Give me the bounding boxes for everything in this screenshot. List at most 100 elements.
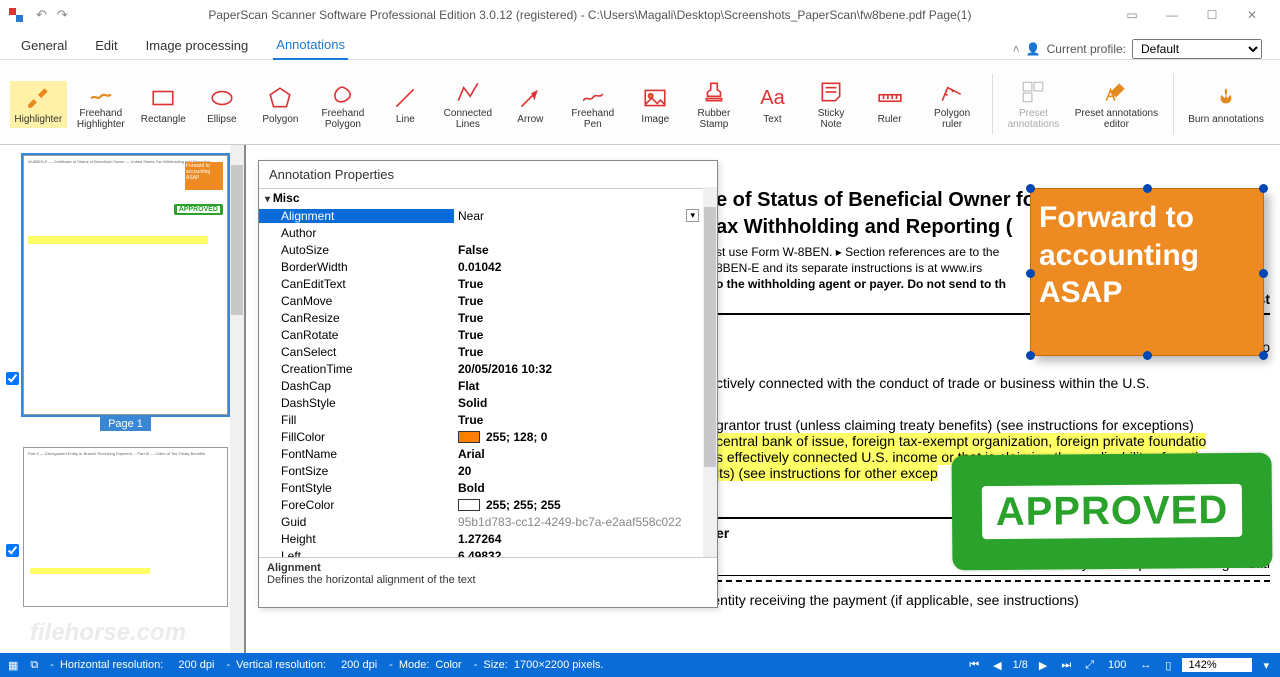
- ellipse-button[interactable]: Ellipse: [194, 81, 251, 128]
- prop-row-fontsize[interactable]: FontSize20: [259, 462, 717, 479]
- prop-row-fill[interactable]: FillTrue: [259, 411, 717, 428]
- prop-row-canrotate[interactable]: CanRotateTrue: [259, 326, 717, 343]
- nav-first[interactable]: ⏮: [966, 659, 982, 672]
- ribbon-toggle-icon[interactable]: ▭: [1112, 3, 1152, 27]
- zoom-width-icon[interactable]: ↔: [1137, 659, 1154, 671]
- polygon-icon: [266, 84, 294, 112]
- thumbnail-2-image[interactable]: Part II — Disregarded Entity or Branch R…: [23, 447, 228, 607]
- prop-row-creationtime[interactable]: CreationTime20/05/2016 10:32: [259, 360, 717, 377]
- prop-row-guid[interactable]: Guid95b1d783-cc12-4249-bc7a-e2aaf558c022: [259, 513, 717, 530]
- sticky-note-button[interactable]: Sticky Note: [803, 75, 860, 133]
- status-icon-2[interactable]: ⧉: [30, 659, 38, 672]
- sticky-note-annotation[interactable]: Forward to accounting ASAP: [1030, 188, 1264, 356]
- polygon-button[interactable]: Polygon: [252, 81, 309, 128]
- image-button[interactable]: Image: [627, 81, 684, 128]
- prop-row-autosize[interactable]: AutoSizeFalse: [259, 241, 717, 258]
- thumbnail-2-checkbox[interactable]: [6, 544, 19, 557]
- rectangle-button[interactable]: Rectangle: [135, 81, 192, 128]
- prop-row-canmove[interactable]: CanMoveTrue: [259, 292, 717, 309]
- prop-row-left[interactable]: Left6.49832: [259, 547, 717, 557]
- doc-line1: ctively connected with the conduct of tr…: [716, 375, 1270, 391]
- prop-group-misc[interactable]: Misc: [259, 189, 717, 207]
- line-icon: [391, 84, 419, 112]
- statusbar: ▦ ⧉ - Horizontal resolution: 200 dpi - V…: [0, 653, 1280, 677]
- prop-row-alignment[interactable]: AlignmentNear ▾: [259, 207, 717, 224]
- minimize-button[interactable]: —: [1152, 3, 1192, 27]
- polygon-ruler-button[interactable]: Polygon ruler: [920, 75, 984, 133]
- rectangle-icon: [149, 84, 177, 112]
- zoom-dropdown[interactable]: ▾: [1260, 659, 1272, 672]
- tab-image-processing[interactable]: Image processing: [143, 32, 252, 59]
- polygon-ruler-icon: [938, 78, 966, 106]
- nav-next[interactable]: ▶: [1036, 659, 1050, 672]
- thumbnail-1-checkbox[interactable]: [6, 372, 19, 385]
- ribbon: Highlighter Freehand Highlighter Rectang…: [0, 60, 1280, 145]
- properties-grid[interactable]: Misc AlignmentNear ▾AuthorAutoSizeFalseB…: [259, 189, 717, 557]
- preset-icon: [1019, 78, 1047, 106]
- thumbnail-1-caption: Page 1: [100, 417, 151, 431]
- thumbnail-2[interactable]: Part II — Disregarded Entity or Branch R…: [0, 437, 244, 609]
- highlighter-button[interactable]: Highlighter: [10, 81, 67, 128]
- arrow-icon: [516, 84, 544, 112]
- maximize-button[interactable]: ☐: [1192, 3, 1232, 27]
- close-button[interactable]: ✕: [1232, 3, 1272, 27]
- status-icon-1[interactable]: ▦: [8, 659, 18, 672]
- prop-row-dashstyle[interactable]: DashStyleSolid: [259, 394, 717, 411]
- prop-row-canedittext[interactable]: CanEditTextTrue: [259, 275, 717, 292]
- prop-row-fontstyle[interactable]: FontStyleBold: [259, 479, 717, 496]
- approved-stamp[interactable]: APPROVED: [952, 453, 1273, 571]
- prop-row-dashcap[interactable]: DashCapFlat: [259, 377, 717, 394]
- properties-title: Annotation Properties: [259, 161, 717, 189]
- ruler-button[interactable]: Ruler: [861, 81, 918, 128]
- image-icon: [641, 84, 669, 112]
- freehand-highlighter-button[interactable]: Freehand Highlighter: [69, 75, 133, 133]
- rubber-stamp-button[interactable]: Rubber Stamp: [686, 75, 743, 133]
- prop-row-forecolor[interactable]: ForeColor255; 255; 255: [259, 496, 717, 513]
- thumbnail-1-image[interactable]: Forward to accounting ASAP APPROVED W-8B…: [23, 155, 228, 415]
- zoom-page-icon[interactable]: ▯: [1162, 659, 1174, 672]
- thumbnail-1[interactable]: Forward to accounting ASAP APPROVED W-8B…: [0, 145, 244, 437]
- prop-row-borderwidth[interactable]: BorderWidth0.01042: [259, 258, 717, 275]
- freehand-pen-button[interactable]: Freehand Pen: [561, 75, 625, 133]
- tab-edit[interactable]: Edit: [92, 32, 120, 59]
- nav-last[interactable]: ⏭: [1058, 659, 1074, 672]
- freehand-polygon-icon: [329, 78, 357, 106]
- prop-row-height[interactable]: Height1.27264: [259, 530, 717, 547]
- profile-select[interactable]: Default: [1132, 39, 1262, 59]
- text-icon: Aa: [758, 84, 786, 112]
- thumb-scrollbar[interactable]: [230, 145, 244, 653]
- titlebar: ↶ ↷ PaperScan Scanner Software Professio…: [0, 0, 1280, 30]
- text-button[interactable]: AaText: [744, 81, 801, 128]
- ruler-icon: [876, 84, 904, 112]
- freehand-highlighter-icon: [87, 78, 115, 106]
- tab-annotations[interactable]: Annotations: [273, 31, 348, 60]
- profile-user-icon: 👤: [1026, 42, 1041, 56]
- doc-sub2: 8BEN-E and its separate instructions is …: [716, 261, 982, 275]
- arrow-button[interactable]: Arrow: [502, 81, 559, 128]
- page-indicator: 1/8: [1013, 659, 1028, 671]
- prop-row-canresize[interactable]: CanResizeTrue: [259, 309, 717, 326]
- prop-row-canselect[interactable]: CanSelectTrue: [259, 343, 717, 360]
- prop-row-fontname[interactable]: FontNameArial: [259, 445, 717, 462]
- properties-scrollbar[interactable]: [703, 187, 717, 557]
- annotation-properties-panel[interactable]: Annotation Properties Misc AlignmentNear…: [258, 160, 718, 608]
- zoom-100-icon[interactable]: 100: [1105, 659, 1129, 671]
- preset-editor-button[interactable]: Preset annotations editor: [1068, 75, 1166, 133]
- connected-lines-button[interactable]: Connected Lines: [436, 75, 500, 133]
- burn-button[interactable]: Burn annotations: [1182, 81, 1270, 128]
- thumbnail-panel: Forward to accounting ASAP APPROVED W-8B…: [0, 145, 246, 653]
- nav-prev[interactable]: ◀: [990, 659, 1004, 672]
- window-title: PaperScan Scanner Software Professional …: [208, 8, 971, 22]
- zoom-value[interactable]: 142%: [1182, 658, 1252, 672]
- redo-icon[interactable]: ↷: [57, 7, 68, 23]
- line-button[interactable]: Line: [377, 81, 434, 128]
- sticky-note-icon: [817, 78, 845, 106]
- prop-row-fillcolor[interactable]: FillColor255; 128; 0: [259, 428, 717, 445]
- collapse-ribbon-icon[interactable]: ˄: [1013, 42, 1020, 56]
- undo-icon[interactable]: ↶: [36, 7, 47, 23]
- zoom-fit-icon[interactable]: ⤢: [1082, 659, 1097, 672]
- freehand-polygon-button[interactable]: Freehand Polygon: [311, 75, 375, 133]
- tab-general[interactable]: General: [18, 32, 70, 59]
- watermark: filehorse.com: [30, 619, 186, 647]
- prop-row-author[interactable]: Author: [259, 224, 717, 241]
